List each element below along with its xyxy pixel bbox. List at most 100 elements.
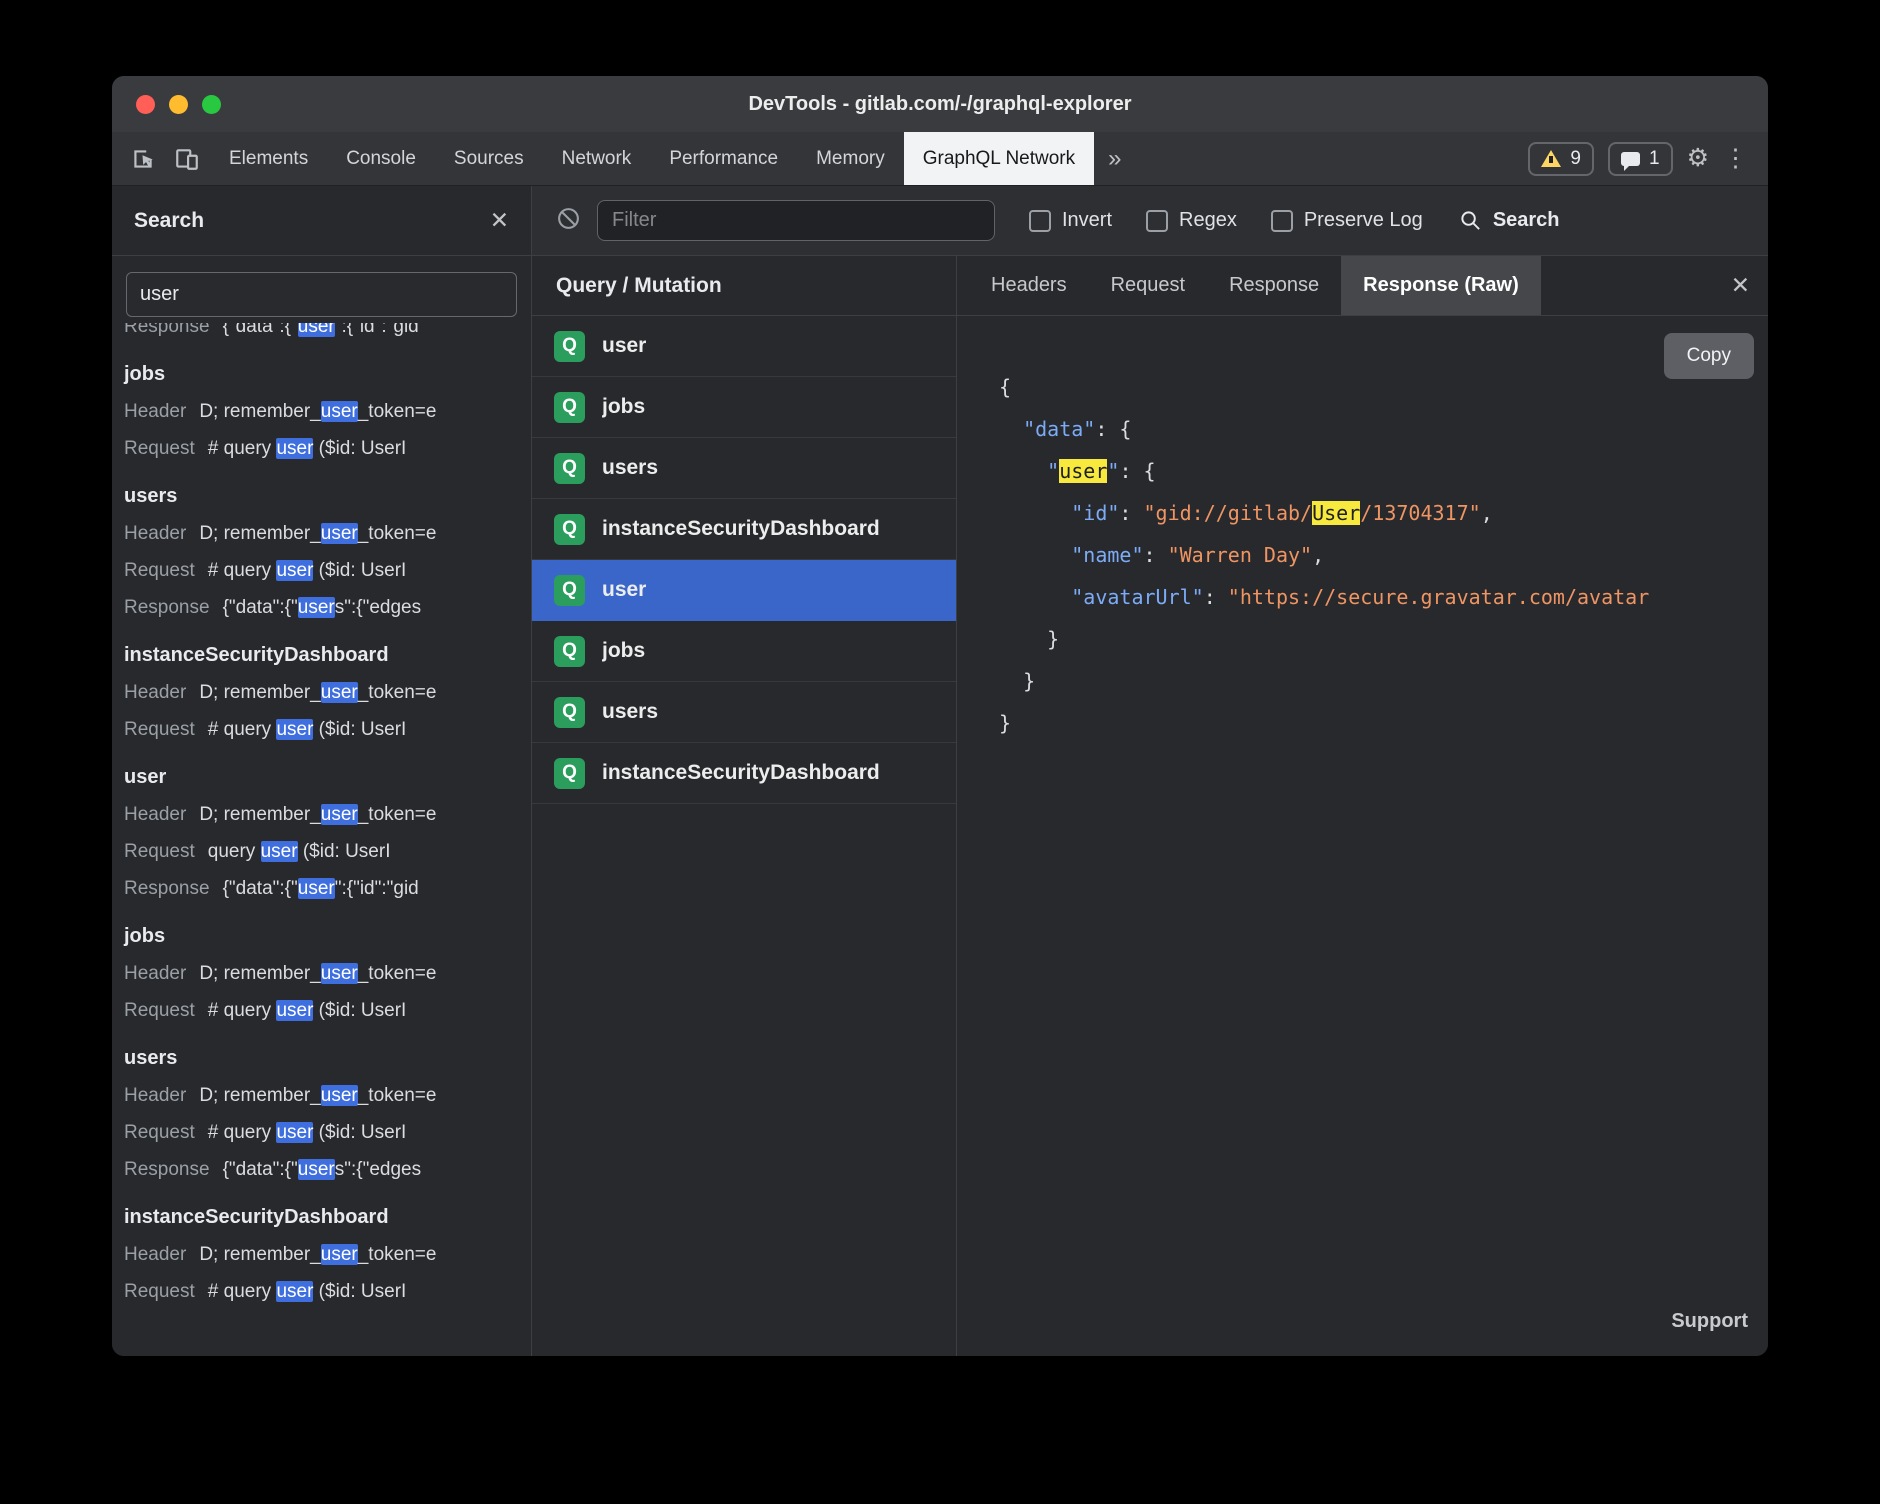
query-list-item[interactable]: Quser	[532, 316, 956, 377]
search-result-label: Header	[124, 1244, 186, 1265]
panel-tab-graphql-network[interactable]: GraphQL Network	[904, 132, 1094, 185]
search-result-line[interactable]: HeaderD; remember_user_token=e	[124, 1077, 531, 1114]
search-result-group-title[interactable]: instanceSecurityDashboard	[124, 1198, 531, 1236]
search-result-line[interactable]: Response{"data":{"user":{"id":"gid	[124, 870, 531, 907]
search-result-label: Request	[124, 1281, 195, 1302]
response-tab-response[interactable]: Response	[1207, 256, 1341, 315]
panel-tab-sources[interactable]: Sources	[435, 132, 543, 185]
json-viewer: { "data": { "user": { "id": "gid://gitla…	[999, 366, 1768, 744]
window-titlebar: DevTools - gitlab.com/-/graphql-explorer	[112, 76, 1768, 132]
search-result-line[interactable]: Requestquery user ($id: UserI	[124, 833, 531, 870]
panel-tab-console[interactable]: Console	[327, 132, 435, 185]
search-result-label: Response	[124, 323, 210, 337]
search-result-group-title[interactable]: jobs	[124, 917, 531, 955]
block-icon[interactable]	[556, 206, 581, 236]
devtools-body: Search ✕ Response{"data":{"user":{"id":"…	[112, 186, 1768, 1356]
json-line: "avatarUrl": "https://secure.gravatar.co…	[999, 576, 1768, 618]
search-result-line[interactable]: Request# query user ($id: UserI	[124, 711, 531, 748]
minimize-traffic-light[interactable]	[169, 95, 188, 114]
search-result-group-title[interactable]: users	[124, 1039, 531, 1077]
search-result-line[interactable]: Request# query user ($id: UserI	[124, 430, 531, 467]
devtools-panel-tabs: ElementsConsoleSourcesNetworkPerformance…	[210, 132, 1094, 185]
query-badge: Q	[554, 575, 585, 606]
regex-checkbox[interactable]	[1146, 210, 1168, 232]
query-badge: Q	[554, 392, 585, 423]
preserve-log-checkbox[interactable]	[1271, 210, 1293, 232]
search-result-line[interactable]: HeaderD; remember_user_token=e	[124, 796, 531, 833]
network-main-area: Invert Regex Preserve Log Search	[532, 186, 1768, 1356]
inspect-cursor-icon[interactable]	[130, 146, 156, 172]
query-badge: Q	[554, 453, 585, 484]
response-tab-request[interactable]: Request	[1089, 256, 1208, 315]
json-line: {	[999, 366, 1768, 408]
query-list-item[interactable]: QinstanceSecurityDashboard	[532, 499, 956, 560]
close-icon[interactable]: ✕	[1713, 272, 1768, 299]
search-input[interactable]	[126, 272, 517, 317]
warnings-badge[interactable]: 9	[1528, 142, 1594, 176]
search-result-line[interactable]: HeaderD; remember_user_token=e	[124, 955, 531, 992]
search-result-line[interactable]: Request# query user ($id: UserI	[124, 992, 531, 1029]
messages-badge[interactable]: 1	[1608, 142, 1673, 176]
panel-tab-elements[interactable]: Elements	[210, 132, 327, 185]
query-name: instanceSecurityDashboard	[602, 517, 880, 541]
search-result-label: Header	[124, 804, 186, 825]
search-result-line[interactable]: HeaderD; remember_user_token=e	[124, 393, 531, 430]
close-icon[interactable]: ✕	[490, 207, 509, 234]
search-result-line[interactable]: Request# query user ($id: UserI	[124, 1273, 531, 1310]
search-result-line[interactable]: Response{"data":{"users":{"edges	[124, 589, 531, 626]
search-toggle[interactable]: Search	[1459, 209, 1560, 232]
panel-tab-performance[interactable]: Performance	[650, 132, 797, 185]
search-result-label: Header	[124, 682, 186, 703]
copy-button[interactable]: Copy	[1664, 333, 1754, 379]
search-result-group-title[interactable]: user	[124, 758, 531, 796]
response-tab-response-raw[interactable]: Response (Raw)	[1341, 256, 1541, 315]
query-list-item[interactable]: Qjobs	[532, 377, 956, 438]
query-name: jobs	[602, 395, 645, 419]
json-line: }	[999, 660, 1768, 702]
search-panel: Search ✕ Response{"data":{"user":{"id":"…	[112, 186, 532, 1356]
warning-count: 9	[1570, 148, 1581, 170]
query-badge: Q	[554, 514, 585, 545]
search-result-group: usersHeaderD; remember_user_token=eReque…	[124, 477, 531, 626]
response-body: Copy { "data": { "user": { "id": "gid://…	[957, 316, 1768, 1356]
query-list-item[interactable]: QinstanceSecurityDashboard	[532, 743, 956, 804]
search-result-label: Request	[124, 560, 195, 581]
query-list-item[interactable]: Qusers	[532, 438, 956, 499]
search-result-label: Response	[124, 878, 210, 899]
support-link[interactable]: Support	[1671, 1300, 1748, 1342]
panel-tab-memory[interactable]: Memory	[797, 132, 904, 185]
close-traffic-light[interactable]	[136, 95, 155, 114]
query-list-item[interactable]: Qusers	[532, 682, 956, 743]
search-result-group-title[interactable]: users	[124, 477, 531, 515]
filter-input[interactable]	[597, 200, 995, 241]
response-tab-headers[interactable]: Headers	[969, 256, 1089, 315]
query-list: QuserQjobsQusersQinstanceSecurityDashboa…	[532, 316, 956, 1356]
search-result-group: instanceSecurityDashboardHeaderD; rememb…	[124, 1198, 531, 1310]
query-list-item[interactable]: Quser	[532, 560, 956, 621]
search-result-group-title[interactable]: jobs	[124, 355, 531, 393]
more-tabs-chevron-icon[interactable]: »	[1094, 132, 1135, 185]
zoom-traffic-light[interactable]	[202, 95, 221, 114]
panel-tab-network[interactable]: Network	[543, 132, 651, 185]
search-result-line[interactable]: Request# query user ($id: UserI	[124, 552, 531, 589]
search-result-label: Response	[124, 597, 210, 618]
search-result-line[interactable]: Request# query user ($id: UserI	[124, 1114, 531, 1151]
filter-bar: Invert Regex Preserve Log Search	[532, 186, 1768, 256]
search-result-line[interactable]: Response{"data":{"users":{"edges	[124, 1151, 531, 1188]
query-mutation-panel: Query / Mutation QuserQjobsQusersQinstan…	[532, 256, 957, 1356]
kebab-menu-icon[interactable]: ⋮	[1723, 146, 1748, 171]
json-line: }	[999, 618, 1768, 660]
search-result-line[interactable]: Response{"data":{"user":{"id":"gid	[124, 323, 531, 345]
message-bubble-icon	[1621, 152, 1640, 166]
search-result-label: Header	[124, 963, 186, 984]
invert-checkbox[interactable]	[1029, 210, 1051, 232]
settings-gear-icon[interactable]: ⚙	[1687, 146, 1709, 171]
search-result-line[interactable]: HeaderD; remember_user_token=e	[124, 674, 531, 711]
json-line: "data": {	[999, 408, 1768, 450]
search-result-group-title[interactable]: instanceSecurityDashboard	[124, 636, 531, 674]
search-result-line[interactable]: HeaderD; remember_user_token=e	[124, 1236, 531, 1273]
device-toolbar-icon[interactable]	[174, 146, 200, 172]
search-result-label: Request	[124, 438, 195, 459]
search-result-line[interactable]: HeaderD; remember_user_token=e	[124, 515, 531, 552]
query-list-item[interactable]: Qjobs	[532, 621, 956, 682]
